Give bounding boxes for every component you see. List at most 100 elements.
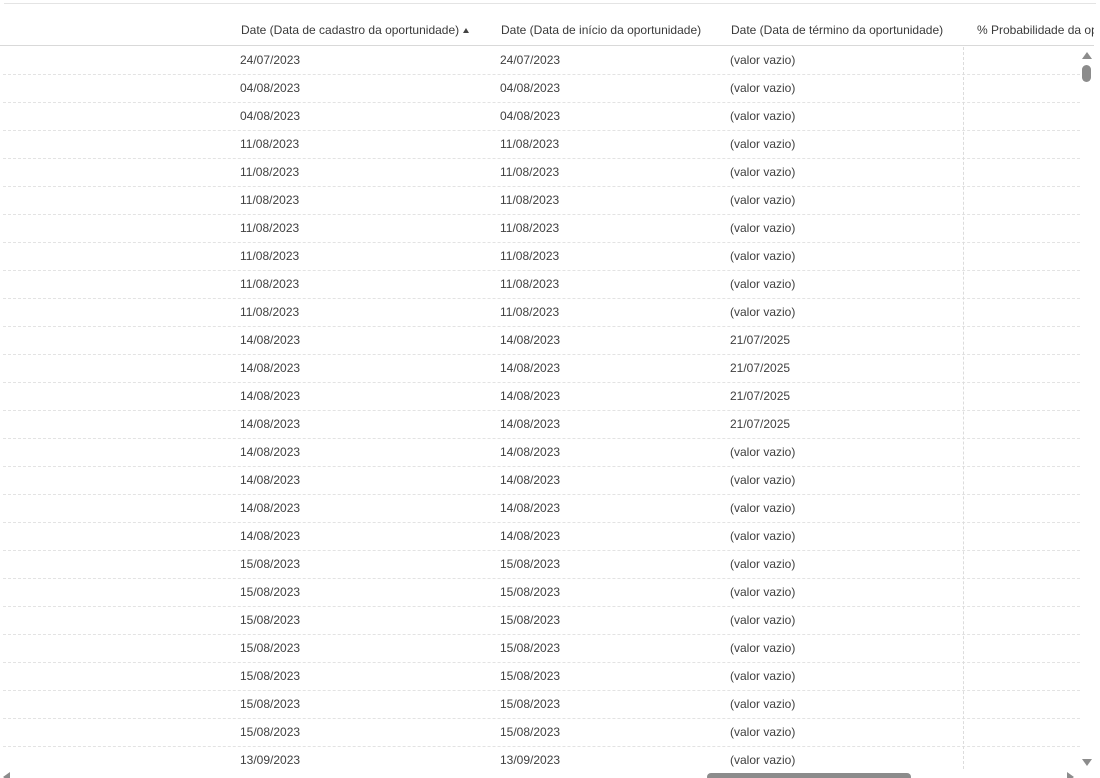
table-row[interactable]: 14/08/2023 14/08/2023 (valor vazio) <box>3 467 1080 495</box>
table-row[interactable]: 11/08/2023 11/08/2023 (valor vazio) <box>3 131 1080 159</box>
table-row[interactable]: 14/08/2023 14/08/2023 21/07/2025 <box>3 327 1080 355</box>
table-row[interactable]: 15/08/2023 15/08/2023 (valor vazio) <box>3 635 1080 663</box>
cell-data-cadastro: 11/08/2023 <box>240 165 300 179</box>
table-row[interactable]: 15/08/2023 15/08/2023 (valor vazio) <box>3 551 1080 579</box>
table-row[interactable]: 15/08/2023 15/08/2023 (valor vazio) <box>3 719 1080 747</box>
cell-data-termino: (valor vazio) <box>730 641 796 655</box>
cell-data-inicio: 15/08/2023 <box>500 613 561 627</box>
cell-data-cadastro: 11/08/2023 <box>240 249 300 263</box>
cell-data-inicio: 11/08/2023 <box>500 221 560 235</box>
cell-data-cadastro: 14/08/2023 <box>240 473 301 487</box>
table-row[interactable]: 15/08/2023 15/08/2023 (valor vazio) <box>3 663 1080 691</box>
table-row[interactable]: 13/09/2023 13/09/2023 (valor vazio) <box>3 747 1080 769</box>
table-row[interactable]: 11/08/2023 11/08/2023 (valor vazio) <box>3 159 1080 187</box>
cell-data-cadastro: 15/08/2023 <box>240 613 301 627</box>
sort-ascending-icon[interactable] <box>463 28 470 33</box>
cell-data-termino: 21/07/2025 <box>730 417 791 431</box>
table-row[interactable]: 11/08/2023 11/08/2023 (valor vazio) <box>3 271 1080 299</box>
cell-data-termino: (valor vazio) <box>730 221 796 235</box>
cell-data-termino: (valor vazio) <box>730 669 796 683</box>
cell-data-cadastro: 04/08/2023 <box>240 109 301 123</box>
cell-data-inicio: 11/08/2023 <box>500 277 560 291</box>
cell-data-cadastro: 15/08/2023 <box>240 641 301 655</box>
cell-data-cadastro: 14/08/2023 <box>240 445 301 459</box>
column-header-label: Date (Data de início da oportunidade) <box>501 23 702 37</box>
cell-data-termino: (valor vazio) <box>730 529 796 543</box>
cell-data-cadastro: 14/08/2023 <box>240 529 301 543</box>
column-header-data-cadastro[interactable]: Date (Data de cadastro da oportunidade) <box>241 16 470 45</box>
vertical-scrollbar[interactable] <box>1080 47 1094 771</box>
cell-data-cadastro: 11/08/2023 <box>240 305 300 319</box>
table-header: Date (Data de cadastro da oportunidade) … <box>0 16 1094 46</box>
cell-data-inicio: 11/08/2023 <box>500 165 560 179</box>
cell-data-cadastro: 14/08/2023 <box>240 361 301 375</box>
table-row[interactable]: 14/08/2023 14/08/2023 21/07/2025 <box>3 355 1080 383</box>
cell-data-inicio: 14/08/2023 <box>500 333 561 347</box>
cell-data-cadastro: 15/08/2023 <box>240 697 301 711</box>
cell-data-cadastro: 14/08/2023 <box>240 501 301 515</box>
cell-data-inicio: 24/07/2023 <box>500 53 561 67</box>
cell-data-termino: (valor vazio) <box>730 249 796 263</box>
horizontal-scroll-thumb[interactable] <box>707 773 911 778</box>
column-header-label: Date (Data de cadastro da oportunidade) <box>241 23 460 37</box>
cell-data-termino: (valor vazio) <box>730 585 796 599</box>
cell-data-termino: (valor vazio) <box>730 753 796 767</box>
table-row[interactable]: 11/08/2023 11/08/2023 (valor vazio) <box>3 187 1080 215</box>
cell-data-inicio: 15/08/2023 <box>500 585 561 599</box>
vertical-scroll-thumb[interactable] <box>1082 65 1091 82</box>
cell-data-cadastro: 11/08/2023 <box>240 193 300 207</box>
cell-data-inicio: 14/08/2023 <box>500 417 561 431</box>
table-row[interactable]: 11/08/2023 11/08/2023 (valor vazio) <box>3 243 1080 271</box>
cell-data-inicio: 14/08/2023 <box>500 529 561 543</box>
table-row[interactable]: 15/08/2023 15/08/2023 (valor vazio) <box>3 579 1080 607</box>
table-body: 24/07/2023 24/07/2023 (valor vazio) 04/08/2… <box>0 47 1080 769</box>
table-row[interactable]: 24/07/2023 24/07/2023 (valor vazio) <box>3 47 1080 75</box>
cell-data-inicio: 14/08/2023 <box>500 389 561 403</box>
cell-data-inicio: 11/08/2023 <box>500 249 560 263</box>
column-header-data-termino[interactable]: Date (Data de término da oportunidade) <box>731 16 943 45</box>
column-header-data-inicio[interactable]: Date (Data de início da oportunidade) <box>501 16 701 45</box>
cell-data-inicio: 15/08/2023 <box>500 669 561 683</box>
arrow-right-icon[interactable] <box>1067 772 1074 778</box>
cell-data-inicio: 13/09/2023 <box>500 753 561 767</box>
cell-data-inicio: 11/08/2023 <box>500 193 560 207</box>
cell-data-inicio: 14/08/2023 <box>500 361 561 375</box>
column-divider <box>963 47 964 769</box>
top-divider <box>4 3 1096 4</box>
arrow-up-icon[interactable] <box>1082 52 1092 59</box>
table-row[interactable]: 04/08/2023 04/08/2023 (valor vazio) <box>3 103 1080 131</box>
table-row[interactable]: 11/08/2023 11/08/2023 (valor vazio) <box>3 215 1080 243</box>
column-header-probabilidade[interactable]: % Probabilidade da op <box>977 16 1094 45</box>
cell-data-termino: (valor vazio) <box>730 193 796 207</box>
table-row[interactable]: 11/08/2023 11/08/2023 (valor vazio) <box>3 299 1080 327</box>
horizontal-scrollbar[interactable] <box>0 771 1100 778</box>
cell-data-termino: 21/07/2025 <box>730 389 791 403</box>
cell-data-termino: (valor vazio) <box>730 305 796 319</box>
table-row[interactable]: 14/08/2023 14/08/2023 (valor vazio) <box>3 439 1080 467</box>
cell-data-inicio: 14/08/2023 <box>500 473 561 487</box>
table-row[interactable]: 15/08/2023 15/08/2023 (valor vazio) <box>3 691 1080 719</box>
table-row[interactable]: 14/08/2023 14/08/2023 (valor vazio) <box>3 523 1080 551</box>
cell-data-cadastro: 11/08/2023 <box>240 277 300 291</box>
arrow-left-icon[interactable] <box>3 772 10 778</box>
table-row[interactable]: 15/08/2023 15/08/2023 (valor vazio) <box>3 607 1080 635</box>
cell-data-cadastro: 15/08/2023 <box>240 669 301 683</box>
table-row[interactable]: 14/08/2023 14/08/2023 21/07/2025 <box>3 383 1080 411</box>
cell-data-termino: (valor vazio) <box>730 277 796 291</box>
cell-data-inicio: 11/08/2023 <box>500 305 560 319</box>
table-row[interactable]: 14/08/2023 14/08/2023 21/07/2025 <box>3 411 1080 439</box>
cell-data-termino: (valor vazio) <box>730 109 796 123</box>
column-header-label: % Probabilidade da op <box>977 23 1094 37</box>
cell-data-termino: (valor vazio) <box>730 81 796 95</box>
cell-data-cadastro: 15/08/2023 <box>240 725 301 739</box>
cell-data-termino: (valor vazio) <box>730 501 796 515</box>
cell-data-termino: (valor vazio) <box>730 53 796 67</box>
cell-data-cadastro: 24/07/2023 <box>240 53 301 67</box>
cell-data-cadastro: 13/09/2023 <box>240 753 301 767</box>
cell-data-termino: (valor vazio) <box>730 137 796 151</box>
arrow-down-icon[interactable] <box>1082 759 1092 766</box>
cell-data-termino: (valor vazio) <box>730 165 796 179</box>
table-row[interactable]: 14/08/2023 14/08/2023 (valor vazio) <box>3 495 1080 523</box>
cell-data-inicio: 14/08/2023 <box>500 501 561 515</box>
table-row[interactable]: 04/08/2023 04/08/2023 (valor vazio) <box>3 75 1080 103</box>
